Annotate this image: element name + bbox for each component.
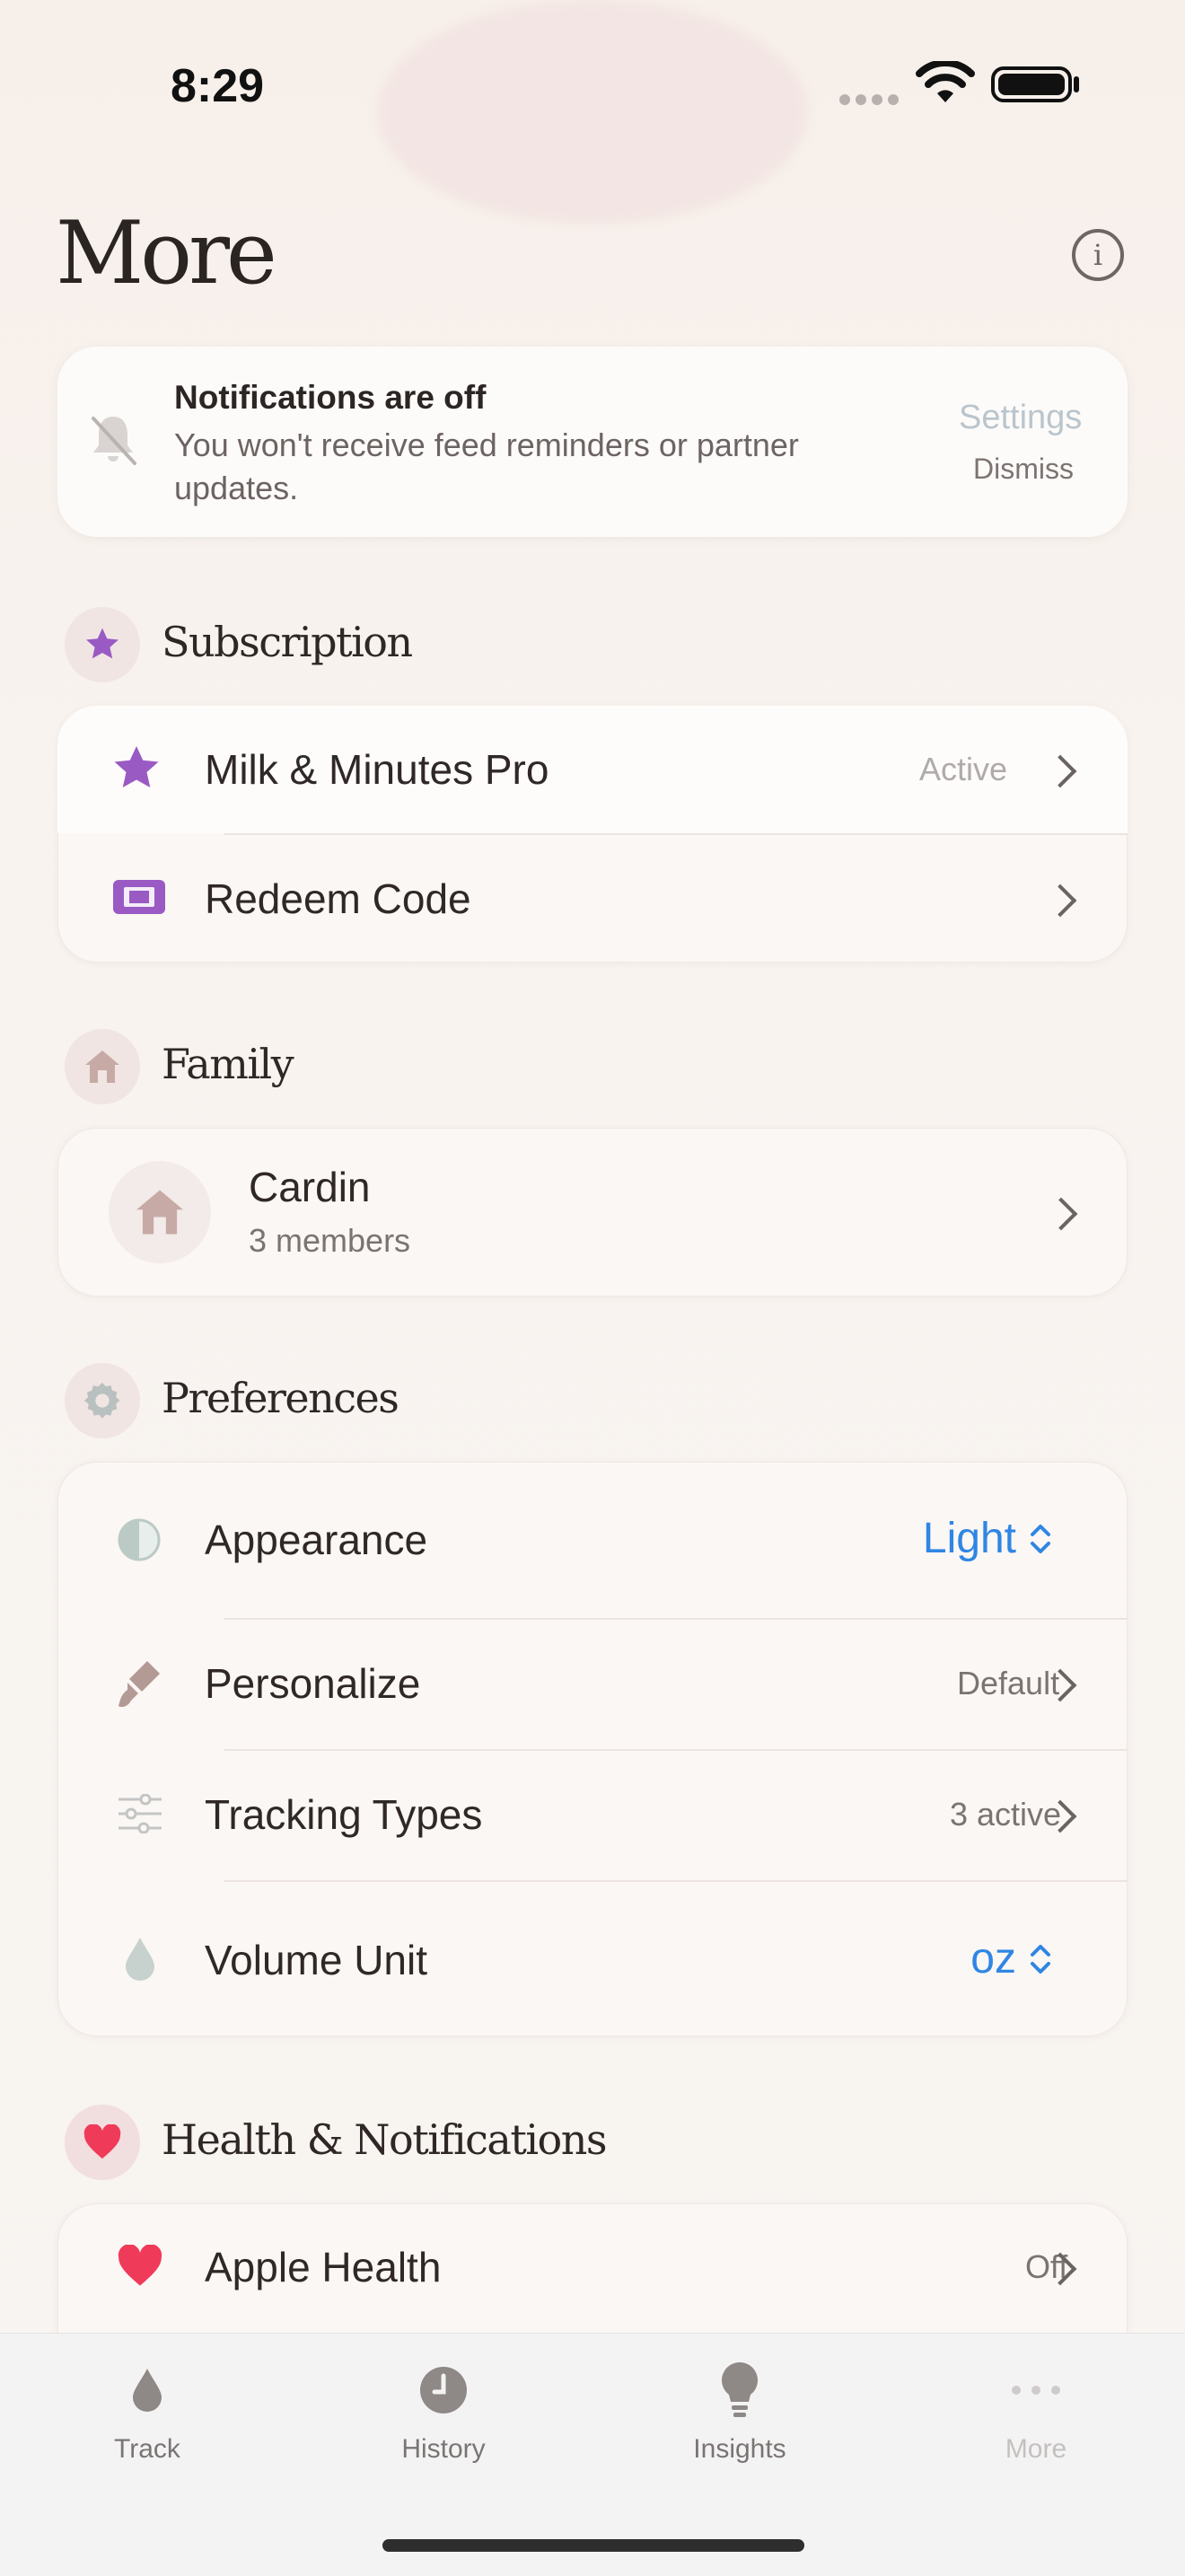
family-avatar: [109, 1161, 211, 1263]
drop-icon: [133, 2369, 162, 2412]
paintbrush-icon: [118, 1661, 160, 1708]
clock-icon: [420, 2367, 467, 2413]
tab-history[interactable]: History: [354, 2359, 533, 2465]
preferences-section-icon: [65, 1363, 140, 1438]
heart-icon: [83, 2124, 121, 2159]
drop-icon: [126, 1938, 154, 1981]
chevron-right-icon: [1044, 1197, 1078, 1231]
ellipsis-icon: [1012, 2386, 1060, 2395]
tab-more[interactable]: More: [946, 2359, 1126, 2465]
appearance-row[interactable]: Appearance Light: [57, 1462, 1128, 1618]
house-icon: [136, 1190, 183, 1235]
preferences-section-title: Preferences: [162, 1374, 399, 1422]
banner-settings-button[interactable]: Settings: [959, 399, 1082, 437]
lightbulb-icon: [722, 2362, 758, 2417]
redeem-label: Redeem Code: [205, 875, 471, 922]
pro-status: Active: [919, 751, 1008, 787]
tab-track-label: Track: [114, 2434, 180, 2464]
bell-slash-icon: [92, 417, 136, 465]
banner-body: You won't receive feed reminders or part…: [174, 426, 799, 506]
tracking-types-row[interactable]: Tracking Types 3 active: [57, 1751, 1128, 1880]
volume-unit-label: Volume Unit: [205, 1937, 428, 1983]
status-time: 8:29: [171, 60, 265, 112]
gear-icon: [83, 1382, 120, 1419]
background-blob: [377, 0, 808, 224]
half-circle-icon: [118, 1518, 161, 1561]
page-title: More: [56, 203, 277, 303]
tab-track[interactable]: Track: [57, 2359, 237, 2465]
volume-unit-value: oz: [970, 1935, 1016, 1983]
tab-history-label: History: [401, 2434, 486, 2464]
appearance-picker[interactable]: Light: [923, 1514, 1052, 1563]
health-section-title: Health & Notifications: [162, 2115, 607, 2164]
info-button[interactable]: i: [1072, 229, 1124, 281]
tracking-types-label: Tracking Types: [205, 1791, 483, 1838]
chevron-up-down-icon: [1031, 1524, 1050, 1553]
battery-icon: [991, 66, 1072, 102]
tab-more-label: More: [1005, 2434, 1067, 2464]
chevron-right-icon: [1043, 754, 1077, 788]
chevron-up-down-icon: [1031, 1944, 1050, 1974]
subscription-section-title: Subscription: [162, 618, 413, 666]
battery-nub: [1074, 76, 1079, 92]
volume-unit-row[interactable]: Volume Unit oz: [57, 1882, 1128, 2036]
house-icon: [85, 1051, 119, 1083]
subscription-pro-row[interactable]: Milk & Minutes Pro Active: [57, 706, 1128, 833]
star-icon: [114, 746, 159, 787]
health-section-icon: [65, 2105, 140, 2180]
chevron-right-icon: [1043, 884, 1077, 918]
signal-dots-icon: [839, 93, 904, 110]
family-section-icon: [65, 1029, 140, 1104]
banner-dismiss-button[interactable]: Dismiss: [973, 453, 1074, 486]
pro-label: Milk & Minutes Pro: [205, 746, 549, 793]
subscription-section-icon: [65, 607, 140, 682]
tab-insights-label: Insights: [693, 2434, 786, 2464]
appearance-label: Appearance: [205, 1517, 428, 1563]
family-section-title: Family: [162, 1040, 294, 1088]
personalize-label: Personalize: [205, 1660, 421, 1707]
family-name: Cardin: [249, 1164, 371, 1210]
wifi-icon: [916, 61, 975, 102]
ticket-icon: [113, 880, 165, 914]
banner-title: Notifications are off: [174, 379, 487, 416]
home-indicator: [382, 2539, 804, 2552]
tab-insights[interactable]: Insights: [650, 2359, 830, 2465]
sliders-icon: [118, 1794, 162, 1833]
apple-health-row[interactable]: Apple Health Off: [57, 2203, 1128, 2333]
star-icon: [86, 628, 118, 659]
personalize-row[interactable]: Personalize Default: [57, 1620, 1128, 1749]
heart-icon: [118, 2245, 162, 2286]
family-row[interactable]: Cardin 3 members: [57, 1128, 1128, 1297]
apple-health-label: Apple Health: [205, 2244, 442, 2290]
family-members: 3 members: [249, 1222, 411, 1259]
info-icon: i: [1093, 238, 1103, 272]
volume-unit-picker[interactable]: oz: [970, 1934, 1052, 1983]
appearance-value: Light: [922, 1515, 1016, 1562]
redeem-code-row[interactable]: Redeem Code: [57, 835, 1128, 963]
